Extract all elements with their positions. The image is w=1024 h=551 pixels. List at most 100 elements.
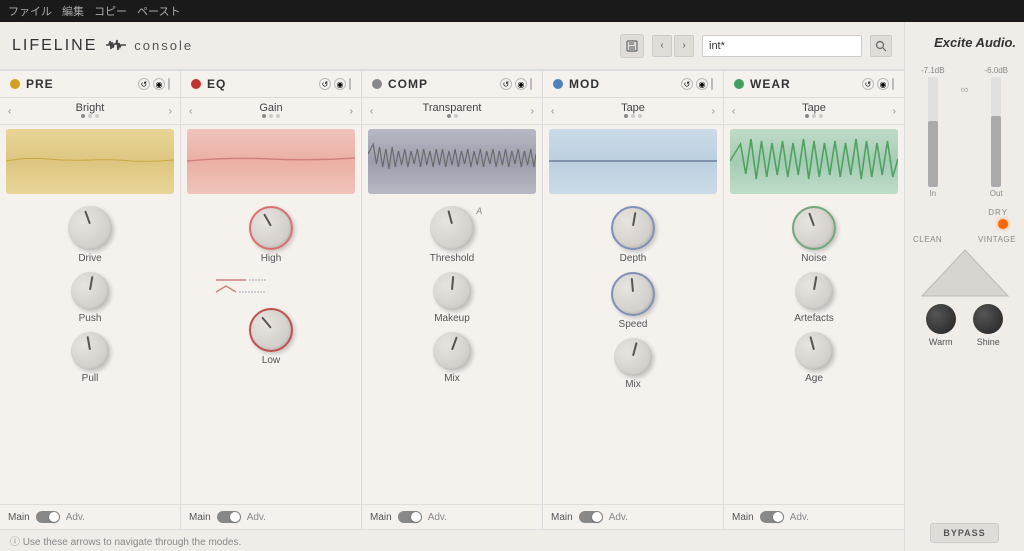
module-wear-mute[interactable]: ◉: [877, 78, 889, 90]
title-bar-item[interactable]: コピー: [94, 3, 127, 19]
search-button[interactable]: [870, 35, 892, 57]
knob-group-noise: Noise: [792, 206, 836, 264]
mode-pre-next[interactable]: ›: [169, 106, 172, 117]
nav-prev-button[interactable]: ‹: [652, 35, 672, 57]
save-button[interactable]: [620, 34, 644, 58]
knob-push[interactable]: [71, 272, 109, 310]
module-comp-footer: Main Adv.: [362, 504, 542, 529]
mode-eq-prev[interactable]: ‹: [189, 106, 192, 117]
bottom-info: ⓘ Use these arrows to navigate through t…: [0, 529, 904, 551]
bypass-button[interactable]: BYPASS: [930, 523, 998, 543]
knob-pull[interactable]: [71, 332, 109, 370]
module-comp-knobs: A Threshold Makeup Mix: [362, 198, 542, 504]
module-mod-footer: Main Adv.: [543, 504, 723, 529]
module-mod: MOD ↺ ◉ ‹ Tape: [543, 71, 724, 529]
knob-speed-label: Speed: [619, 319, 648, 330]
module-comp-title: COMP: [388, 77, 494, 91]
knob-comp-mix[interactable]: [433, 332, 471, 370]
mode-mod-prev[interactable]: ‹: [551, 106, 554, 117]
module-mod-mute[interactable]: ◉: [696, 78, 708, 90]
module-pre-header: PRE ↺ ◉: [0, 71, 180, 98]
module-comp-undo[interactable]: ↺: [500, 78, 512, 90]
module-comp-controls: ↺ ◉: [500, 78, 532, 90]
in-meter-track: [928, 77, 938, 187]
mode-wear-next[interactable]: ›: [893, 106, 896, 117]
title-bar-item[interactable]: ファイル: [8, 3, 52, 19]
dry-indicator[interactable]: [998, 219, 1008, 229]
module-eq-dot: [191, 79, 201, 89]
preset-input[interactable]: [702, 35, 862, 57]
module-mod-toggle[interactable]: [579, 511, 603, 523]
in-meter-fill: [928, 121, 938, 187]
module-pre-controls: ↺ ◉: [138, 78, 170, 90]
module-wear-toggle[interactable]: [760, 511, 784, 523]
mode-comp-next[interactable]: ›: [531, 106, 534, 117]
module-eq-undo[interactable]: ↺: [319, 78, 331, 90]
mode-dot: [447, 114, 451, 118]
shine-knob[interactable]: [973, 304, 1003, 334]
module-comp-mode: ‹ Transparent ›: [362, 98, 542, 125]
excite-title: Excite Audio.: [934, 35, 1016, 50]
knob-age[interactable]: [795, 332, 833, 370]
knob-high[interactable]: [249, 206, 293, 250]
module-comp-mute[interactable]: ◉: [515, 78, 527, 90]
mode-dot: [631, 114, 635, 118]
knob-depth[interactable]: [611, 206, 655, 250]
mode-comp-prev[interactable]: ‹: [370, 106, 373, 117]
title-bar-item[interactable]: 編集: [62, 3, 84, 19]
module-pre-mute[interactable]: ◉: [153, 78, 165, 90]
knob-group-high: High: [249, 206, 293, 264]
mode-mod-next[interactable]: ›: [712, 106, 715, 117]
module-eq-toggle[interactable]: [217, 511, 241, 523]
out-meter-group: -6.0dB Out: [984, 66, 1008, 198]
footer-adv-label: Adv.: [790, 512, 809, 523]
knob-threshold-label: Threshold: [430, 253, 474, 264]
module-wear-mode: ‹ Tape ›: [724, 98, 904, 125]
module-pre-toggle[interactable]: [36, 511, 60, 523]
warm-shine-row: Warm Shine: [913, 304, 1016, 347]
knob-threshold[interactable]: [430, 206, 474, 250]
in-value: -7.1dB: [921, 66, 945, 75]
knob-artefacts[interactable]: [795, 272, 833, 310]
mode-wear-prev[interactable]: ‹: [732, 106, 735, 117]
knob-drive[interactable]: [68, 206, 112, 250]
footer-main-label: Main: [551, 512, 573, 523]
knob-speed[interactable]: [611, 272, 655, 316]
title-bar-item[interactable]: ペースト: [137, 3, 180, 19]
knob-noise-label: Noise: [801, 253, 827, 264]
module-eq-title: EQ: [207, 77, 313, 91]
shine-label: Shine: [977, 337, 1000, 347]
vintage-label: VINTAGE: [978, 235, 1016, 244]
module-mod-undo[interactable]: ↺: [681, 78, 693, 90]
knob-makeup[interactable]: [433, 272, 471, 310]
module-comp-toggle[interactable]: [398, 511, 422, 523]
knob-low[interactable]: [249, 308, 293, 352]
blend-section: CLEAN VINTAGE: [913, 235, 1016, 298]
nav-next-button[interactable]: ›: [674, 35, 694, 57]
module-pre-footer: Main Adv.: [0, 504, 180, 529]
knob-makeup-label: Makeup: [434, 313, 470, 324]
mode-dot: [454, 114, 458, 118]
mode-dot: [805, 114, 809, 118]
knob-group-push: Push: [71, 272, 109, 324]
module-wear-bar: [892, 78, 894, 90]
warm-group: Warm: [926, 304, 956, 347]
knob-group-depth: Depth: [611, 206, 655, 264]
module-mod-bar: [711, 78, 713, 90]
warm-knob[interactable]: [926, 304, 956, 334]
footer-adv-label: Adv.: [609, 512, 628, 523]
knob-group-artefacts: Artefacts: [794, 272, 833, 324]
knob-mod-mix[interactable]: [614, 338, 652, 376]
module-eq-mode: ‹ Gain ›: [181, 98, 361, 125]
mode-pre-prev[interactable]: ‹: [8, 106, 11, 117]
knob-noise[interactable]: [792, 206, 836, 250]
module-pre-mode: ‹ Bright ›: [0, 98, 180, 125]
mode-eq-next[interactable]: ›: [350, 106, 353, 117]
module-pre-knobs: Drive Push Pull: [0, 198, 180, 504]
module-pre-undo[interactable]: ↺: [138, 78, 150, 90]
nav-arrows: ‹ ›: [652, 35, 694, 57]
module-mod-header: MOD ↺ ◉: [543, 71, 723, 98]
knob-drive-label: Drive: [78, 253, 101, 264]
module-eq-mute[interactable]: ◉: [334, 78, 346, 90]
module-wear-undo[interactable]: ↺: [862, 78, 874, 90]
